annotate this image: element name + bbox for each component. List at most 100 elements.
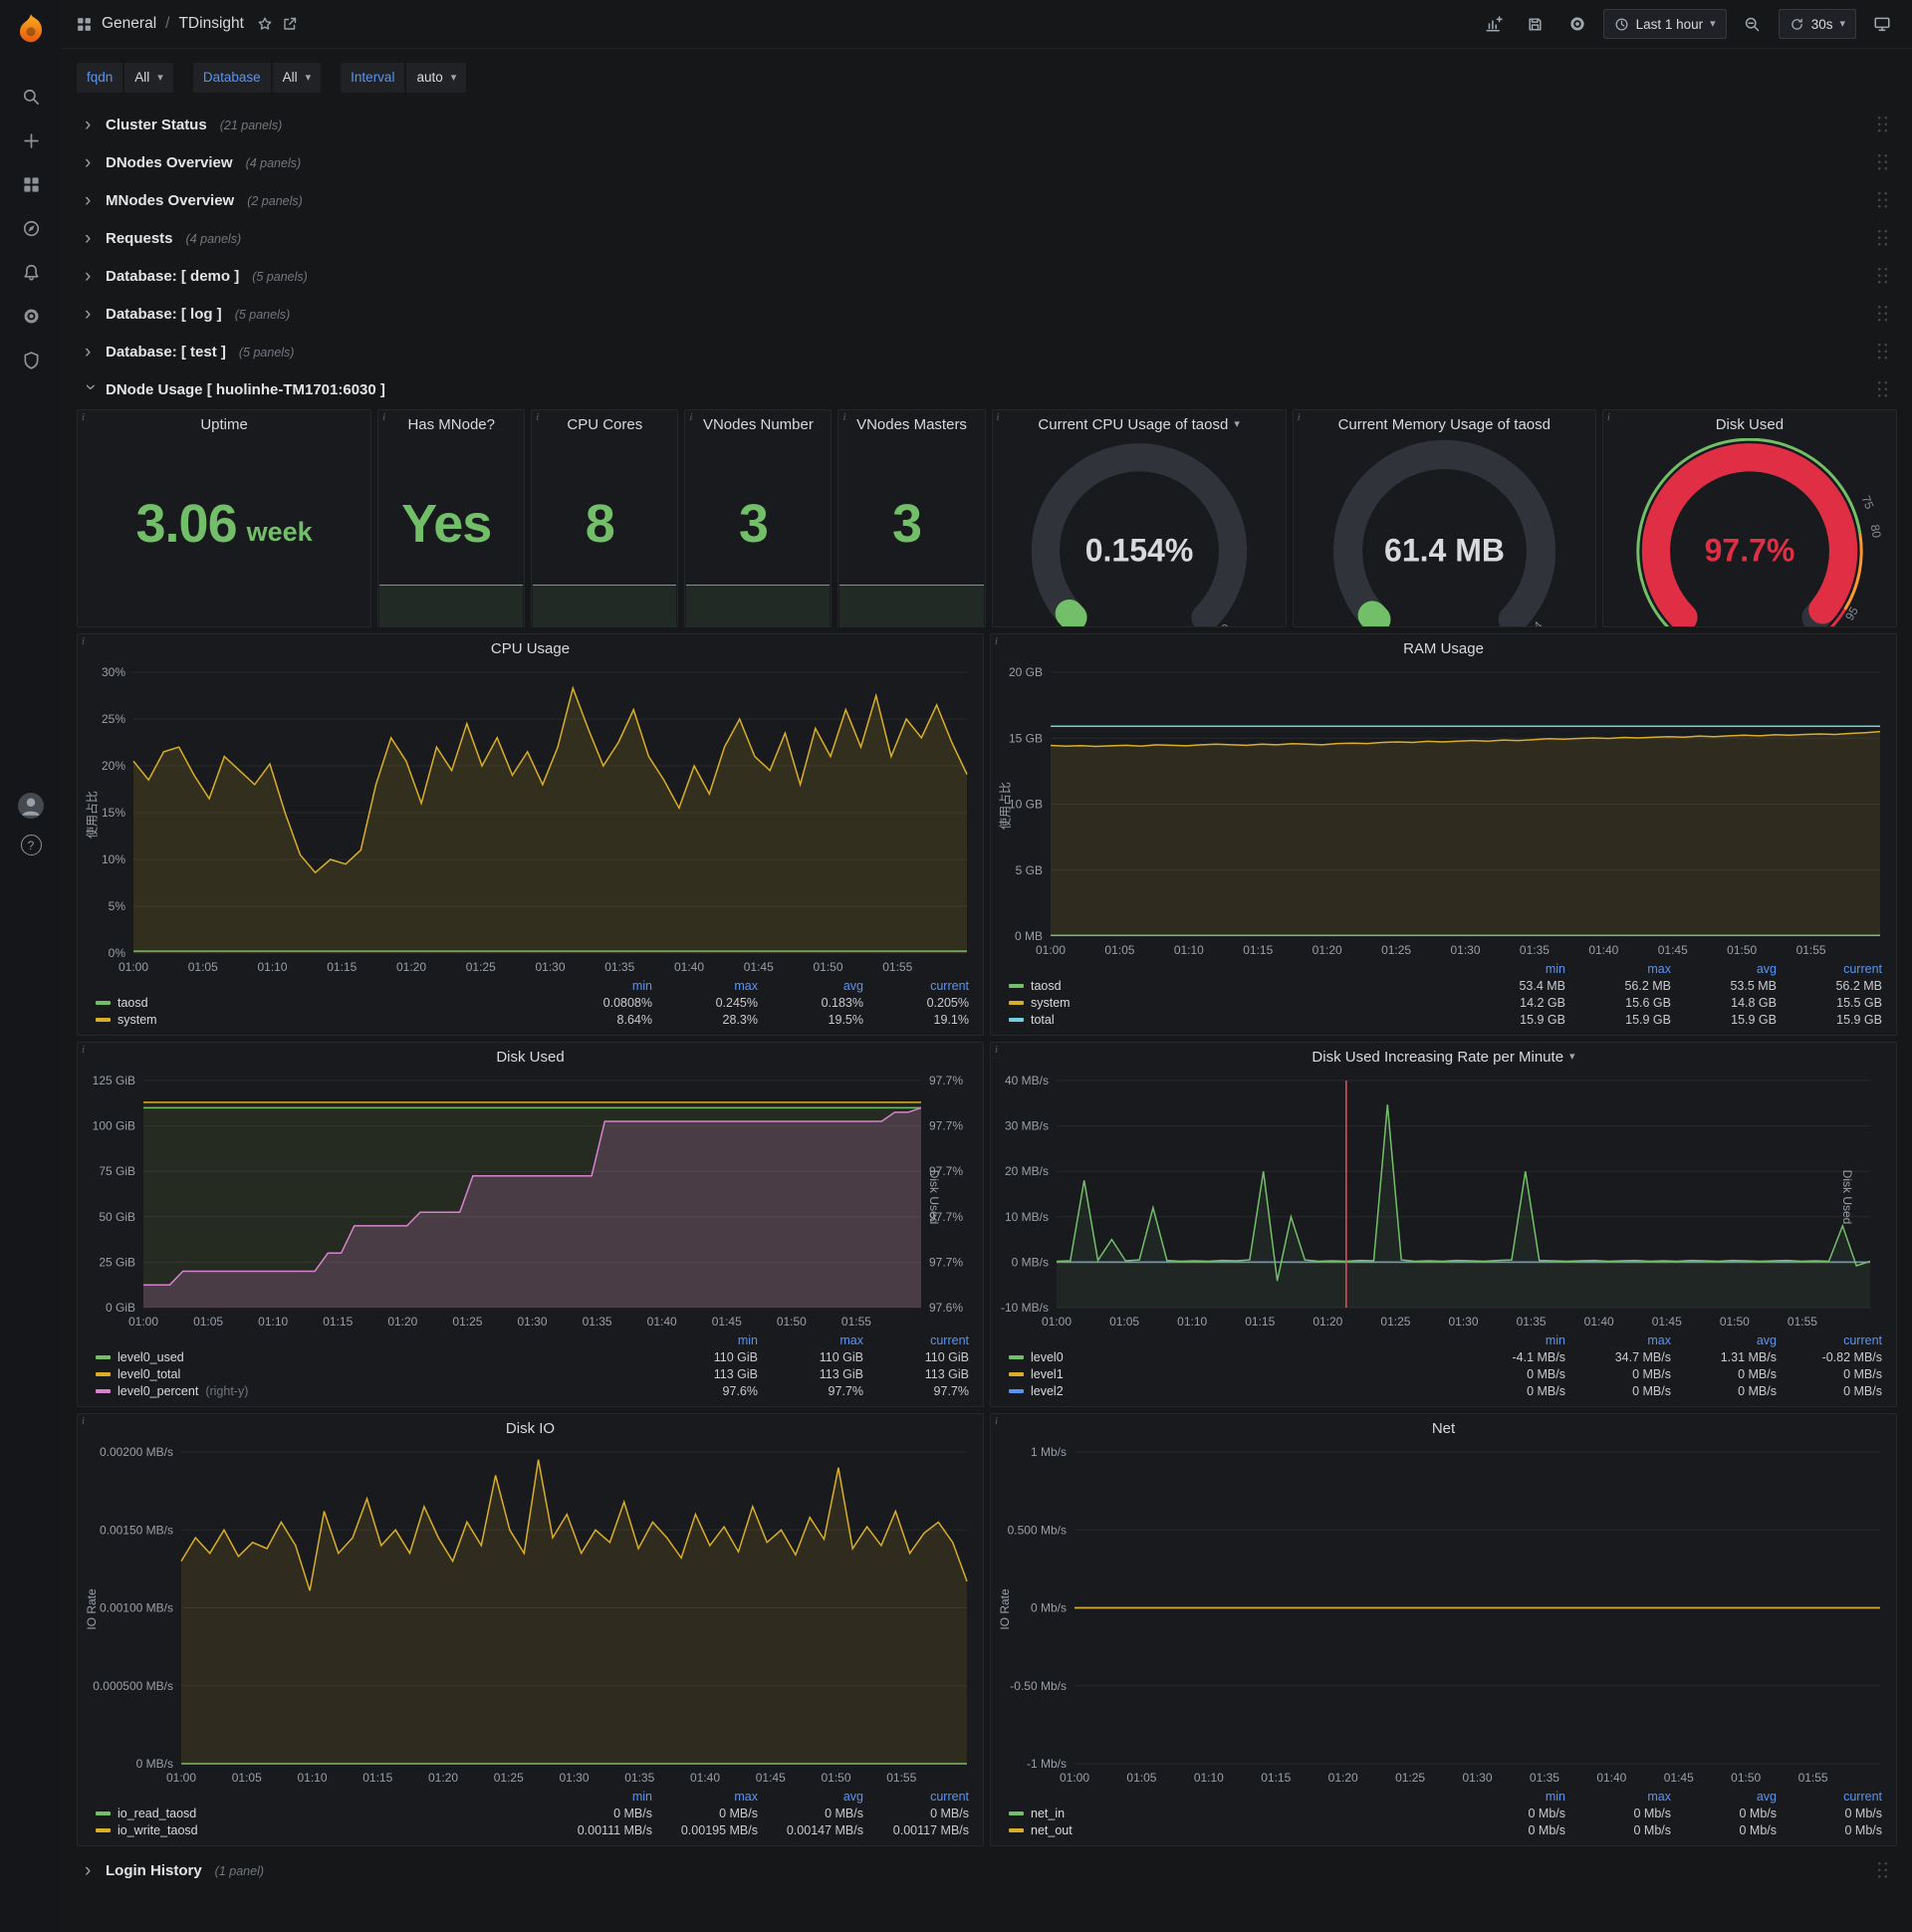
legend-series-name[interactable]: level1 — [1031, 1367, 1064, 1381]
legend-column-avg[interactable]: avg — [764, 1790, 863, 1804]
sidebar-item-explore[interactable] — [11, 213, 51, 243]
info-icon[interactable]: i — [995, 1415, 998, 1427]
legend-series-name[interactable]: level0_total — [118, 1367, 180, 1381]
panel-title[interactable]: Disk Used Increasing Rate per Minute — [1312, 1049, 1563, 1066]
row-drag-handle[interactable] — [1876, 228, 1889, 249]
info-icon[interactable]: i — [1607, 411, 1610, 423]
legend-column-current[interactable]: current — [869, 1790, 969, 1804]
legend-swatch[interactable] — [96, 1001, 111, 1005]
info-icon[interactable]: i — [997, 411, 1000, 423]
legend-column-avg[interactable]: avg — [1677, 1333, 1777, 1347]
zoom-out-button[interactable] — [1737, 9, 1769, 39]
row-dnode-usage[interactable]: › DNode Usage [ huolinhe-TM1701:6030 ] — [77, 371, 1897, 408]
legend-column-max[interactable]: max — [658, 979, 758, 993]
cycle-view-button[interactable] — [1866, 9, 1898, 39]
info-icon[interactable]: i — [382, 411, 385, 423]
add-panel-button[interactable] — [1478, 9, 1510, 39]
sidebar-item-create[interactable] — [11, 125, 51, 155]
legend-series-name[interactable]: total — [1031, 1013, 1055, 1027]
panel-title[interactable]: CPU Usage — [491, 640, 570, 657]
legend-series-name[interactable]: system — [118, 1013, 157, 1027]
legend-swatch[interactable] — [1009, 1828, 1024, 1832]
info-icon[interactable]: i — [1298, 411, 1301, 423]
legend-series-name[interactable]: level0 — [1031, 1350, 1064, 1364]
save-dashboard-button[interactable] — [1520, 9, 1552, 39]
panel-title[interactable]: Disk Used — [1716, 416, 1784, 433]
panel-title[interactable]: Net — [1432, 1420, 1455, 1437]
row-database-test[interactable]: › Database: [ test ] (5 panels) — [77, 334, 1897, 370]
legend-column-avg[interactable]: avg — [764, 979, 863, 993]
legend-swatch[interactable] — [96, 1018, 111, 1022]
legend-column-max[interactable]: max — [764, 1333, 863, 1347]
legend-series-name[interactable]: io_write_taosd — [118, 1823, 198, 1837]
variable-value-dropdown[interactable]: All ▾ — [124, 63, 173, 93]
info-icon[interactable]: i — [82, 1044, 85, 1056]
sidebar-item-configuration[interactable] — [11, 301, 51, 331]
cpu-usage-gauge[interactable]: 01000.154% — [993, 438, 1286, 626]
legend-swatch[interactable] — [96, 1372, 111, 1376]
legend-column-min[interactable]: min — [553, 1790, 652, 1804]
info-icon[interactable]: i — [842, 411, 845, 423]
row-drag-handle[interactable] — [1876, 152, 1889, 173]
grafana-logo[interactable] — [12, 10, 50, 48]
legend-series-name[interactable]: level0_percent — [118, 1384, 198, 1398]
legend-series-name[interactable]: net_in — [1031, 1807, 1065, 1820]
row-drag-handle[interactable] — [1876, 304, 1889, 325]
row-drag-handle[interactable] — [1876, 1860, 1889, 1881]
sidebar-item-server-admin[interactable] — [11, 345, 51, 374]
legend-column-max[interactable]: max — [658, 1790, 758, 1804]
legend-series-name[interactable]: net_out — [1031, 1823, 1073, 1837]
panel-title[interactable]: Disk IO — [506, 1420, 555, 1437]
legend-swatch[interactable] — [1009, 1018, 1024, 1022]
legend-swatch[interactable] — [96, 1811, 111, 1815]
legend-column-min[interactable]: min — [1466, 1333, 1565, 1347]
panel-title[interactable]: CPU Cores — [567, 416, 642, 433]
row-cluster-status[interactable]: › Cluster Status (21 panels) — [77, 107, 1897, 143]
legend-swatch[interactable] — [1009, 1389, 1024, 1393]
info-icon[interactable]: i — [82, 635, 85, 647]
legend-column-current[interactable]: current — [1783, 962, 1882, 976]
panel-title[interactable]: Has MNode? — [407, 416, 495, 433]
legend-swatch[interactable] — [1009, 1355, 1024, 1359]
legend-column-max[interactable]: max — [1571, 1790, 1671, 1804]
legend-column-max[interactable]: max — [1571, 1333, 1671, 1347]
legend-column-avg[interactable]: avg — [1677, 1790, 1777, 1804]
panel-title[interactable]: Current Memory Usage of taosd — [1338, 416, 1551, 433]
sidebar-item-alerting[interactable] — [11, 257, 51, 287]
info-icon[interactable]: i — [536, 411, 539, 423]
row-drag-handle[interactable] — [1876, 342, 1889, 362]
panel-title[interactable]: Disk Used — [496, 1049, 564, 1066]
legend-swatch[interactable] — [96, 1389, 111, 1393]
legend-column-current[interactable]: current — [1783, 1790, 1882, 1804]
disk-used-chart[interactable]: 0 GiB 25 GiB 50 GiB 75 GiB 100 GiB 125 GiB 97.… — [78, 1071, 983, 1333]
variable-value-dropdown[interactable]: All ▾ — [272, 63, 322, 93]
legend-swatch[interactable] — [1009, 984, 1024, 988]
legend-column-current[interactable]: current — [1783, 1333, 1882, 1347]
star-icon[interactable] — [257, 16, 273, 32]
variable-value-dropdown[interactable]: auto ▾ — [406, 63, 467, 93]
share-icon[interactable] — [282, 16, 298, 32]
legend-series-name[interactable]: level2 — [1031, 1384, 1064, 1398]
legend-series-name[interactable]: taosd — [118, 996, 148, 1010]
row-drag-handle[interactable] — [1876, 190, 1889, 211]
panel-title[interactable]: Current CPU Usage of taosd — [1038, 416, 1228, 433]
legend-series-name[interactable]: io_read_taosd — [118, 1807, 196, 1820]
memory-usage-gauge[interactable]: 01638461.4 MB — [1294, 438, 1595, 626]
legend-series-name[interactable]: level0_used — [118, 1350, 184, 1364]
legend-column-min[interactable]: min — [1466, 1790, 1565, 1804]
disk-used-gauge[interactable]: 075809510097.7% — [1603, 438, 1896, 626]
time-range-picker[interactable]: Last 1 hour ▾ — [1602, 9, 1727, 39]
legend-swatch[interactable] — [1009, 1001, 1024, 1005]
row-drag-handle[interactable] — [1876, 115, 1889, 135]
row-database-log[interactable]: › Database: [ log ] (5 panels) — [77, 296, 1897, 333]
info-icon[interactable]: i — [82, 411, 85, 423]
help-button[interactable]: ? — [20, 835, 42, 855]
legend-column-current[interactable]: current — [869, 979, 969, 993]
sidebar-item-dashboards[interactable] — [11, 169, 51, 199]
refresh-picker[interactable]: 30s ▾ — [1778, 9, 1856, 39]
panel-title[interactable]: Uptime — [200, 416, 248, 433]
row-database-demo[interactable]: › Database: [ demo ] (5 panels) — [77, 258, 1897, 295]
disk-io-chart[interactable]: 0 MB/s 0.000500 MB/s 0.00100 MB/s 0.00150 M… — [78, 1442, 983, 1790]
row-login-history[interactable]: › Login History (1 panel) — [77, 1852, 1897, 1889]
legend-series-name[interactable]: system — [1031, 996, 1071, 1010]
